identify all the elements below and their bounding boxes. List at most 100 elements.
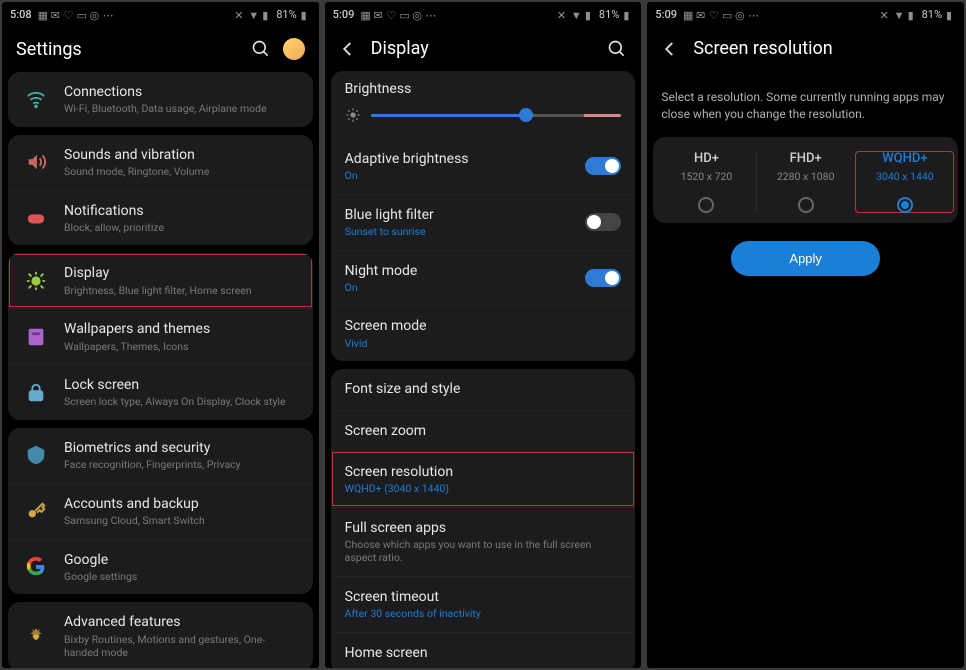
bio-icon xyxy=(22,441,50,469)
display-row-screen-timeout[interactable]: Screen timeoutAfter 30 seconds of inacti… xyxy=(331,576,636,632)
display-row-night-mode[interactable]: Night modeOn xyxy=(331,250,636,306)
row-title: Sounds and vibration xyxy=(64,146,299,164)
apply-button[interactable]: Apply xyxy=(731,241,880,276)
key-icon xyxy=(22,497,50,525)
status-bar: 5:09 ▦ ✉ ♡ ▭ ◎ ⋯ ✕ ▼ ▮ 81% ▮ xyxy=(647,2,964,26)
row-title: Screen mode xyxy=(345,317,622,335)
settings-row-google[interactable]: Google Google settings xyxy=(8,539,313,595)
calendar-icon: ▦ xyxy=(38,9,48,19)
row-sub: Choose which apps you want to use in the… xyxy=(345,538,622,565)
resolution-option-wqhd[interactable]: WQHD+ 3040 x 1440 xyxy=(855,151,954,213)
row-title: Adaptive brightness xyxy=(345,150,586,168)
display-row-font-size-and-style[interactable]: Font size and style xyxy=(331,369,636,409)
row-title: Home screen xyxy=(345,644,622,662)
toggle[interactable] xyxy=(585,157,621,175)
row-title: Biometrics and security xyxy=(64,439,299,457)
row-sub: Wallpapers, Themes, Icons xyxy=(64,340,299,354)
radio[interactable] xyxy=(897,197,913,213)
row-title: Connections xyxy=(64,83,299,101)
signal-icon: ▮ xyxy=(908,9,918,19)
brightness-row: Brightness xyxy=(331,71,636,139)
res-dim: 3040 x 1440 xyxy=(856,170,954,183)
settings-row-accounts-and-backup[interactable]: Accounts and backup Samsung Cloud, Smart… xyxy=(8,483,313,539)
row-title: Lock screen xyxy=(64,376,299,394)
back-button[interactable] xyxy=(339,40,357,58)
display-row-home-screen[interactable]: Home screen xyxy=(331,632,636,668)
page-title: Display xyxy=(371,38,429,59)
google-icon xyxy=(22,553,50,581)
settings-row-advanced-features[interactable]: Advanced features Bixby Routines, Motion… xyxy=(8,602,313,668)
calendar-icon: ▦ xyxy=(360,9,370,19)
row-title: Full screen apps xyxy=(345,519,622,537)
battery-pct: 81% xyxy=(922,8,942,21)
toggle[interactable] xyxy=(585,213,621,231)
row-sub: Screen lock type, Always On Display, Clo… xyxy=(64,395,299,409)
wall-icon xyxy=(22,323,50,351)
wifi-icon: ▼ xyxy=(248,9,258,19)
settings-row-sounds-and-vibration[interactable]: Sounds and vibration Sound mode, Rington… xyxy=(8,135,313,190)
search-button[interactable] xyxy=(251,39,271,59)
more-icon: ⋯ xyxy=(103,9,113,19)
status-bar: 5:08 ▦ ✉ ♡ ▭ ◎ ⋯ ✕ ▼ ▮ 81% ▮ xyxy=(2,2,319,26)
status-icons-right: ✕ ▼ ▮ 81% ▮ xyxy=(234,8,310,21)
instagram-icon: ◎ xyxy=(735,9,745,19)
settings-row-wallpapers-and-themes[interactable]: Wallpapers and themes Wallpapers, Themes… xyxy=(8,308,313,364)
settings-row-display[interactable]: Display Brightness, Blue light filter, H… xyxy=(8,253,313,308)
row-sub: Samsung Cloud, Smart Switch xyxy=(64,514,299,528)
display-list[interactable]: Brightness Adaptive brightnessOn Blue li… xyxy=(325,71,642,668)
resolution-content: Select a resolution. Some currently runn… xyxy=(647,71,964,276)
res-name: FHD+ xyxy=(757,151,855,166)
display-icon xyxy=(22,267,50,295)
display-row-adaptive-brightness[interactable]: Adaptive brightnessOn xyxy=(331,139,636,194)
instruction-text: Select a resolution. Some currently runn… xyxy=(647,71,964,137)
brightness-card: Brightness Adaptive brightnessOn Blue li… xyxy=(331,71,636,361)
row-sub: Block, allow, prioritize xyxy=(64,221,299,235)
battery-pct: 81% xyxy=(276,8,296,21)
wifi-icon xyxy=(22,85,50,113)
sound-icon xyxy=(22,148,50,176)
row-sub: Bixby Routines, Motions and gestures, On… xyxy=(64,633,299,660)
search-button[interactable] xyxy=(607,39,627,59)
mail-icon: ✉ xyxy=(373,9,383,19)
row-sub: Wi-Fi, Bluetooth, Data usage, Airplane m… xyxy=(64,102,299,116)
resolution-option-hd[interactable]: HD+ 1520 x 720 xyxy=(657,151,755,213)
toggle[interactable] xyxy=(585,269,621,287)
radio[interactable] xyxy=(698,197,714,213)
row-title: Wallpapers and themes xyxy=(64,320,299,338)
display-row-screen-resolution[interactable]: Screen resolutionWQHD+ (3040 x 1440) xyxy=(331,451,636,507)
display-row-screen-mode[interactable]: Screen modeVivid xyxy=(331,305,636,361)
avatar[interactable] xyxy=(283,38,305,60)
row-title: Display xyxy=(64,264,299,282)
instagram-icon: ◎ xyxy=(90,9,100,19)
back-button[interactable] xyxy=(661,40,679,58)
res-name: WQHD+ xyxy=(856,151,954,166)
status-icons-left: ▦ ✉ ♡ ▭ ◎ ⋯ xyxy=(38,9,113,19)
settings-row-lock-screen[interactable]: Lock screen Screen lock type, Always On … xyxy=(8,364,313,420)
row-sub: Face recognition, Fingerprints, Privacy xyxy=(64,458,299,472)
row-sub: On xyxy=(345,169,586,183)
settings-row-notifications[interactable]: Notifications Block, allow, prioritize xyxy=(8,190,313,246)
settings-list[interactable]: Connections Wi-Fi, Bluetooth, Data usage… xyxy=(2,72,319,668)
radio[interactable] xyxy=(798,197,814,213)
instagram-icon: ◎ xyxy=(412,9,422,19)
status-bar: 5:09 ▦ ✉ ♡ ▭ ◎ ⋯ ✕ ▼ ▮ 81% ▮ xyxy=(325,2,642,26)
settings-row-biometrics-and-security[interactable]: Biometrics and security Face recognition… xyxy=(8,428,313,483)
display-row-full-screen-apps[interactable]: Full screen appsChoose which apps you wa… xyxy=(331,507,636,576)
display-row-blue-light-filter[interactable]: Blue light filterSunset to sunrise xyxy=(331,194,636,250)
more-icon: ⋯ xyxy=(748,9,758,19)
page-title: Settings xyxy=(16,39,82,60)
brightness-label: Brightness xyxy=(345,81,622,97)
res-name: HD+ xyxy=(657,151,755,166)
display-options-card: Font size and style Screen zoom Screen r… xyxy=(331,369,636,668)
row-sub: On xyxy=(345,281,586,295)
display-row-screen-zoom[interactable]: Screen zoom xyxy=(331,410,636,451)
settings-row-connections[interactable]: Connections Wi-Fi, Bluetooth, Data usage… xyxy=(8,72,313,127)
sun-icon xyxy=(345,107,361,123)
phone-screen-settings: 5:08 ▦ ✉ ♡ ▭ ◎ ⋯ ✕ ▼ ▮ 81% ▮ Settings Co… xyxy=(2,2,319,668)
resolution-options: HD+ 1520 x 720 FHD+ 2280 x 1080 WQHD+ 30… xyxy=(653,137,958,223)
row-title: Font size and style xyxy=(345,380,622,398)
resolution-option-fhd[interactable]: FHD+ 2280 x 1080 xyxy=(756,151,855,213)
row-title: Screen zoom xyxy=(345,422,622,440)
row-title: Advanced features xyxy=(64,613,299,631)
brightness-slider[interactable] xyxy=(371,114,622,117)
